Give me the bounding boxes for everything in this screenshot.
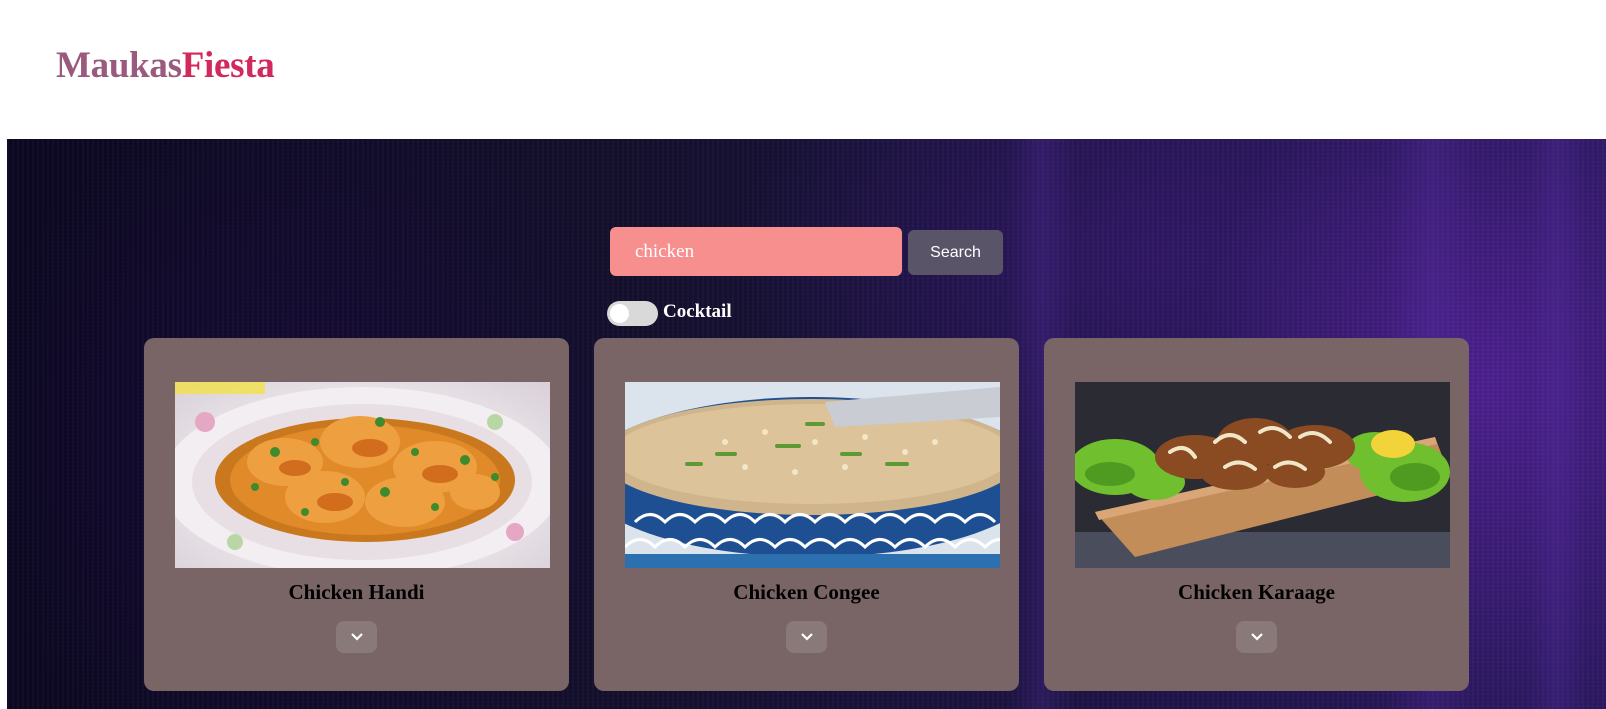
- chevron-down-icon: [350, 633, 363, 641]
- search-button[interactable]: Search: [908, 230, 1003, 275]
- search-input[interactable]: [610, 227, 902, 276]
- recipe-card: Chicken Karaage: [1044, 338, 1469, 691]
- recipe-image: [1075, 382, 1450, 568]
- recipe-title: Chicken Karaage: [1178, 580, 1335, 604]
- logo-text-fiesta: Fiesta: [181, 45, 275, 86]
- recipe-card: Chicken Congee: [594, 338, 1019, 691]
- toggle-knob: [610, 304, 629, 323]
- site-logo[interactable]: MaukasFiesta: [56, 44, 275, 87]
- recipe-title: Chicken Congee: [733, 580, 880, 604]
- logo-text-maukas: Maukas: [56, 45, 182, 86]
- background-decoration: [1527, 139, 1587, 709]
- expand-button[interactable]: [786, 621, 827, 653]
- cocktail-toggle-label: Cocktail: [663, 301, 732, 322]
- chevron-down-icon: [800, 633, 813, 641]
- expand-button[interactable]: [336, 621, 377, 653]
- recipe-card: Chicken Handi: [144, 338, 569, 691]
- recipe-image: [625, 382, 1000, 568]
- recipe-title: Chicken Handi: [288, 580, 425, 604]
- chevron-down-icon: [1250, 633, 1263, 641]
- recipe-image: [175, 382, 550, 568]
- expand-button[interactable]: [1236, 621, 1277, 653]
- site-header: MaukasFiesta: [0, 0, 1606, 139]
- cocktail-toggle[interactable]: [607, 301, 658, 326]
